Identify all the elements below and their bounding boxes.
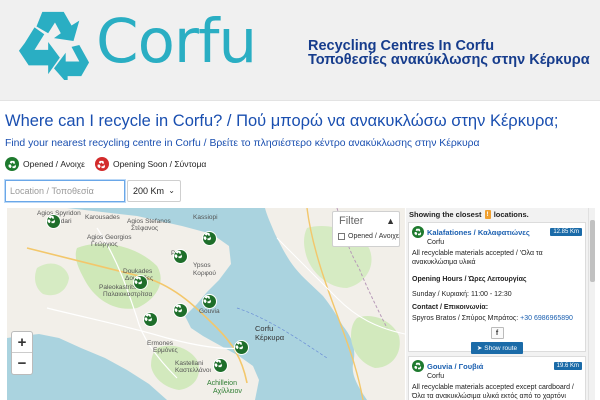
result-card-distance: 19.6 Km — [553, 362, 582, 370]
results-summary-prefix: Showing the closest — [409, 210, 482, 219]
map-marker[interactable] — [46, 214, 61, 229]
map-view[interactable]: Agios Spyridon Sidari Karousades Agios G… — [7, 208, 405, 400]
legend-opened: Opened / Ανοιχε — [5, 157, 85, 171]
result-card-city: Corfu — [427, 239, 445, 246]
result-card-description: All recyclable materials accepted except… — [412, 384, 574, 400]
result-card-contact: Spyros Bratos / Σπύρος Μπράτος: +30 6986… — [412, 314, 582, 323]
facebook-button[interactable]: f — [490, 327, 504, 339]
map-label-gouvia: Gouvia — [199, 308, 220, 315]
result-card-name[interactable]: Gouvia / Γουβιά — [427, 362, 483, 371]
zoom-in-button[interactable]: + — [12, 332, 32, 353]
legend-opening-soon-label: Opening Soon / Σύντομα — [112, 159, 207, 169]
map-filter-panel: Filter ▲ Opened / Ανοιχε — [332, 211, 400, 247]
results-count-badge: ! — [484, 210, 491, 219]
map-label-achilleion-gr: Αχίλλειον — [213, 388, 242, 395]
page-subtitle: Find your nearest recycling centre in Co… — [5, 138, 480, 149]
results-scrollbar[interactable] — [588, 208, 595, 400]
map-label-agios-georgios: Agios Georgios — [87, 234, 132, 241]
map-marker[interactable] — [202, 294, 217, 309]
status-legend: Opened / Ανοιχε Opening Soon / Σύντομα — [5, 156, 216, 172]
recycle-icon — [5, 157, 19, 171]
result-card-description: All recyclable materials accepted / 'Ολα… — [412, 250, 543, 266]
results-summary: Showing the closest ! locations. — [409, 210, 529, 219]
map-label-ermones: Ermones — [147, 340, 174, 347]
result-card-distance: 12.85 Km — [550, 228, 582, 236]
header-title-gr: Τοποθεσίες ανακύκλωσης στην Κέρκυρα — [308, 52, 590, 68]
zoom-control: + − — [11, 331, 33, 375]
recycle-icon — [94, 157, 109, 171]
radius-value: 200 Km — [133, 186, 165, 196]
show-route-label: Show route — [484, 344, 518, 352]
results-summary-suffix: locations. — [493, 210, 529, 219]
filter-title[interactable]: Filter — [339, 215, 363, 227]
map-label-corfu-gr: Κέρκυρα — [255, 333, 285, 342]
recycle-icon — [412, 226, 424, 238]
map-marker[interactable] — [202, 231, 217, 246]
result-card[interactable]: Kalafationes / Καλαφατιώνες 12.85 Km Cor… — [408, 222, 586, 354]
map-label-achilleion: Achilleion — [207, 380, 237, 387]
collapse-arrow-icon[interactable]: ▲ — [386, 216, 395, 226]
filter-opened-option[interactable]: Opened / Ανοιχε — [338, 233, 399, 240]
map-label-georgios: Γεώργιος — [91, 241, 118, 248]
result-card-hours-label: Opening Hours / Ώρες Λειτουργίας — [412, 276, 527, 283]
filter-opened-label: Opened / Ανοιχε — [348, 233, 400, 240]
map-marker[interactable] — [213, 358, 228, 373]
header-title: Recycling Centres In Corfu Τοποθεσίες αν… — [308, 38, 590, 68]
chevron-down-icon: ⌄ — [168, 186, 175, 195]
map-marker[interactable] — [143, 312, 158, 327]
legend-opened-label: Opened / Ανοιχε — [23, 159, 85, 169]
recycle-icon — [412, 360, 424, 372]
filter-opened-checkbox[interactable] — [338, 233, 345, 240]
page-title: Where can I recycle in Corfu? / Πού μπορ… — [5, 112, 559, 130]
recycle-icon — [18, 11, 90, 80]
map-label-doukades: Doukades — [123, 268, 153, 275]
map-label-agios-stefanos: Agios Stefanos — [127, 218, 171, 225]
result-card-contact-label: Contact / Επικοινωνία: — [412, 304, 489, 311]
result-card-phone-link[interactable]: +30 6986965890 — [520, 315, 573, 322]
map-label-karousades: Karousades — [85, 214, 120, 221]
result-card-city: Corfu — [427, 373, 445, 380]
logo-text[interactable]: Corfu — [96, 2, 257, 82]
show-route-button[interactable]: ➤ Show route — [471, 342, 523, 354]
zoom-out-button[interactable]: − — [12, 353, 32, 374]
map-marker[interactable] — [234, 340, 249, 355]
route-icon: ➤ — [476, 345, 483, 352]
results-panel: Showing the closest ! locations. Kalafat… — [406, 208, 595, 400]
map-marker[interactable] — [173, 249, 188, 264]
result-card-hours: Sunday / Κυριακή: 11:00 - 12:30 — [412, 291, 512, 298]
map-label-corfu: Corfu — [255, 324, 274, 333]
result-card-name[interactable]: Kalafationes / Καλαφατιώνες — [427, 228, 530, 237]
radius-select[interactable]: 200 Km ⌄ — [127, 180, 181, 202]
search-row: 200 Km ⌄ — [5, 180, 181, 202]
legend-opening-soon: Opening Soon / Σύντομα — [94, 157, 207, 171]
result-card-contact-name: Spyros Bratos / Σπύρος Μπράτος: — [412, 315, 519, 322]
map-label-stefanos: Στέφανος — [131, 225, 159, 232]
site-header: Corfu Recycling Centres In Corfu Τοποθεσ… — [0, 0, 600, 101]
page-root: Corfu Recycling Centres In Corfu Τοποθεσ… — [0, 0, 600, 400]
map-label-korfou: Κορφού — [193, 270, 216, 277]
map-marker[interactable] — [133, 275, 148, 290]
scrollbar-thumb[interactable] — [590, 220, 595, 282]
map-label-ypsos: Ypsos — [193, 262, 211, 269]
map-label-kastellani: Kastellani — [175, 360, 204, 367]
location-input[interactable] — [5, 180, 125, 202]
result-card[interactable]: Gouvia / Γουβιά 19.6 Km Corfu All recycl… — [408, 356, 586, 400]
map-label-ermones-gr: Ερμόνες — [153, 347, 178, 354]
map-label-kastellani-gr: Καστελλάνοι — [175, 367, 211, 374]
map-label-kassiopi: Kassiopi — [193, 214, 218, 221]
map-marker[interactable] — [173, 303, 188, 318]
header-title-en: Recycling Centres In Corfu — [308, 38, 495, 54]
map-label-paleokastritsa-gr: Παλαιοκαστρίτσα — [103, 291, 153, 298]
